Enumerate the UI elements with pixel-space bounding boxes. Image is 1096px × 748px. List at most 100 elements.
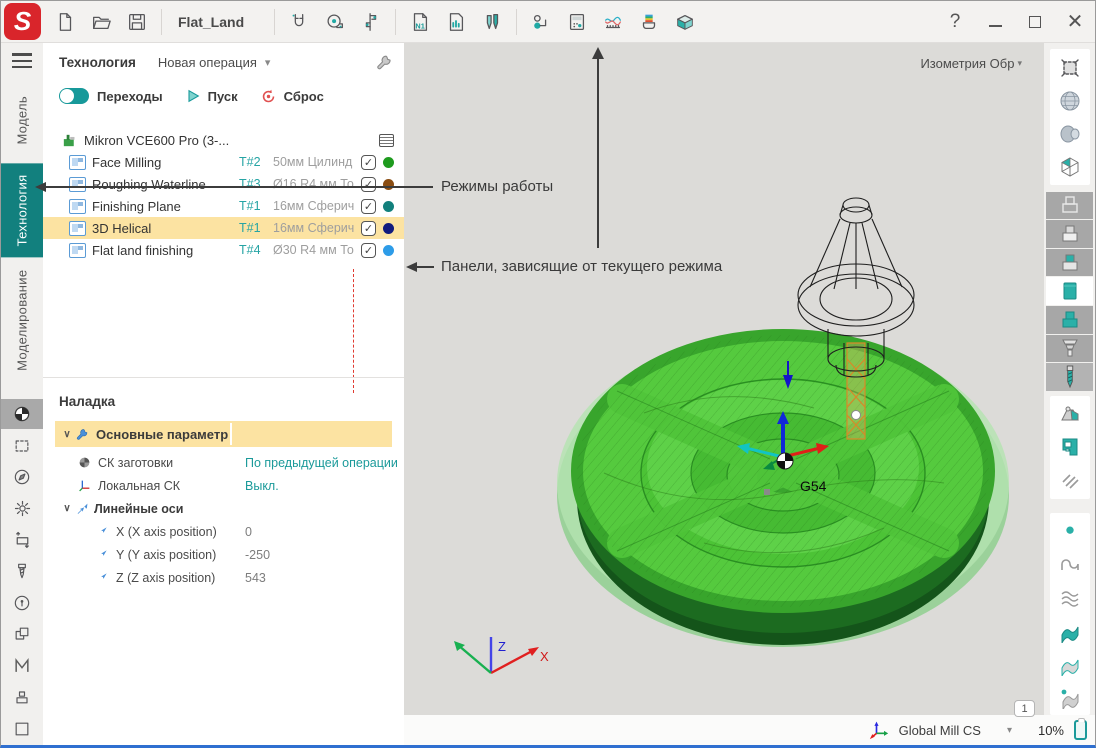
viewport-3d[interactable]: G54 Z X Изометрия Обр bbox=[404, 43, 1044, 715]
isometric-view-button[interactable] bbox=[1052, 150, 1088, 183]
feeds-speeds-button[interactable] bbox=[1, 588, 43, 618]
save-button[interactable] bbox=[119, 5, 155, 39]
close-button[interactable]: ✕ bbox=[1055, 5, 1095, 39]
surface-display-button[interactable] bbox=[1052, 614, 1088, 647]
minimize-button[interactable] bbox=[975, 5, 1015, 39]
param-row-local-cs[interactable]: Локальная СК Выкл. bbox=[43, 474, 404, 497]
calculator-button[interactable] bbox=[559, 5, 595, 39]
operation-row-3d-helical[interactable]: 3D Helical T#1 16мм Сферич bbox=[43, 217, 404, 239]
tab-simulation[interactable]: Моделирование bbox=[1, 257, 43, 383]
navigation-button[interactable] bbox=[1, 462, 43, 492]
operation-checkbox[interactable] bbox=[361, 221, 376, 236]
caliper-button[interactable] bbox=[353, 5, 389, 39]
param-row-workpiece-cs[interactable]: СК заготовки По предыдущей операции bbox=[43, 451, 404, 474]
param-value[interactable]: 543 bbox=[245, 571, 266, 585]
analysis-display-button[interactable] bbox=[1052, 680, 1088, 713]
tool-wear-button[interactable] bbox=[631, 5, 667, 39]
waves-display-button[interactable] bbox=[1052, 581, 1088, 614]
param-value[interactable]: Выкл. bbox=[245, 479, 279, 493]
reset-button[interactable]: Сброс bbox=[260, 88, 324, 105]
macro-button[interactable] bbox=[1, 651, 43, 681]
graphs-button[interactable] bbox=[595, 5, 631, 39]
param-row-y-axis[interactable]: Y (Y axis position) -250 bbox=[43, 543, 404, 566]
magnet-icon bbox=[288, 11, 310, 33]
operation-icon bbox=[69, 243, 86, 258]
tool-setup-button[interactable] bbox=[1, 556, 43, 586]
stock-display-solid-button[interactable] bbox=[1046, 220, 1093, 248]
curve-display-button[interactable] bbox=[1052, 548, 1088, 581]
stock-display-fixture-button[interactable] bbox=[1046, 335, 1093, 363]
machine-doc-icon[interactable] bbox=[379, 134, 394, 147]
caliper-icon bbox=[360, 11, 382, 33]
tool-display-button[interactable] bbox=[1046, 363, 1093, 391]
layers-button[interactable] bbox=[1, 619, 43, 649]
param-label: Локальная СК bbox=[98, 479, 180, 493]
operation-row-face-milling[interactable]: Face Milling T#2 50мм Цилинд bbox=[43, 151, 404, 173]
surface-gray-display-button[interactable] bbox=[1052, 647, 1088, 680]
snap-button[interactable] bbox=[281, 5, 317, 39]
machine-name: Mikron VCE600 Pro (3-... bbox=[84, 133, 379, 148]
cs-triad-icon bbox=[869, 720, 889, 740]
workpiece-datum-button[interactable] bbox=[1, 399, 43, 429]
new-file-button[interactable] bbox=[47, 5, 83, 39]
measure-button[interactable] bbox=[317, 5, 353, 39]
operation-checkbox[interactable] bbox=[361, 243, 376, 258]
triad-z-label: Z bbox=[498, 639, 506, 654]
selection-box-icon bbox=[12, 436, 32, 456]
solid-view-button[interactable] bbox=[1052, 117, 1088, 150]
new-operation-dropdown[interactable]: Новая операция bbox=[158, 55, 271, 70]
run-button[interactable]: Пуск bbox=[185, 88, 238, 104]
param-row-x-axis[interactable]: X (X axis position) 0 bbox=[43, 520, 404, 543]
main-parameters-group[interactable]: ∨ Основные параметр bbox=[55, 421, 392, 447]
tab-technology[interactable]: Технология bbox=[1, 163, 43, 257]
main-menu-button[interactable] bbox=[1, 43, 43, 78]
wrench-icon[interactable] bbox=[375, 53, 394, 72]
operation-checkbox[interactable] bbox=[361, 177, 376, 192]
tool-stack-icon bbox=[638, 11, 660, 33]
settings-button[interactable] bbox=[1, 493, 43, 523]
maximize-button[interactable] bbox=[1015, 5, 1055, 39]
ribbed-part-icon bbox=[1058, 336, 1082, 360]
simulation-button[interactable] bbox=[667, 5, 703, 39]
machine-row[interactable]: Mikron VCE600 Pro (3-... bbox=[43, 129, 404, 151]
stock-display-combined-button[interactable] bbox=[1046, 249, 1093, 277]
param-value[interactable]: -250 bbox=[245, 548, 270, 562]
stock-display-stock-button[interactable] bbox=[1046, 277, 1093, 305]
setup-panel: Наладка ∨ Основные параметр СК заготовки… bbox=[43, 377, 404, 589]
iso-cube-icon bbox=[1058, 155, 1082, 179]
operation-checkbox[interactable] bbox=[361, 155, 376, 170]
param-row-z-axis[interactable]: Z (Z axis position) 543 bbox=[43, 566, 404, 589]
statistics-button[interactable] bbox=[438, 5, 474, 39]
param-value[interactable]: 0 bbox=[245, 525, 252, 539]
linear-axes-group[interactable]: ∨ Линейные оси bbox=[43, 497, 404, 520]
help-button[interactable]: ? bbox=[935, 5, 975, 39]
operation-row-finishing-plane[interactable]: Finishing Plane T#1 16мм Сферич bbox=[43, 195, 404, 217]
transitions-toggle[interactable]: Переходы bbox=[59, 88, 163, 104]
view-selector[interactable]: Изометрия Обр bbox=[920, 56, 1022, 71]
job-zone-button[interactable] bbox=[1, 430, 43, 460]
points-display-button[interactable] bbox=[1052, 515, 1088, 548]
sequence-button[interactable] bbox=[523, 5, 559, 39]
operation-checkbox[interactable] bbox=[361, 199, 376, 214]
operation-row-roughing-waterline[interactable]: Roughing Waterline T#3 Ø16 R4 мм То bbox=[43, 173, 404, 195]
cs-selector[interactable]: Global Mill CS bbox=[899, 723, 1012, 738]
hatch-lines-icon bbox=[1058, 468, 1082, 492]
holder-display-button[interactable] bbox=[1052, 398, 1088, 431]
param-value[interactable]: По предыдущей операции bbox=[245, 456, 398, 470]
stock-setup-button[interactable] bbox=[1, 525, 43, 555]
machine-display-button[interactable] bbox=[1052, 431, 1088, 464]
operation-name: Face Milling bbox=[92, 155, 239, 170]
operation-row-flat-land-finishing[interactable]: Flat land finishing T#4 Ø30 R4 мм То bbox=[43, 239, 404, 261]
stock-display-wireframe-button[interactable] bbox=[1046, 192, 1093, 220]
blank-mode-button[interactable] bbox=[1, 714, 43, 744]
annotation-line bbox=[416, 266, 434, 268]
tools-library-button[interactable] bbox=[474, 5, 510, 39]
press-button[interactable] bbox=[1, 682, 43, 712]
toolpath-display-button[interactable] bbox=[1052, 464, 1088, 497]
tab-model[interactable]: Модель bbox=[1, 78, 43, 163]
shaded-view-button[interactable] bbox=[1052, 84, 1088, 117]
nc-program-button[interactable]: N1 bbox=[402, 5, 438, 39]
stock-display-result-button[interactable] bbox=[1046, 306, 1093, 334]
open-file-button[interactable] bbox=[83, 5, 119, 39]
fit-view-button[interactable] bbox=[1052, 51, 1088, 84]
